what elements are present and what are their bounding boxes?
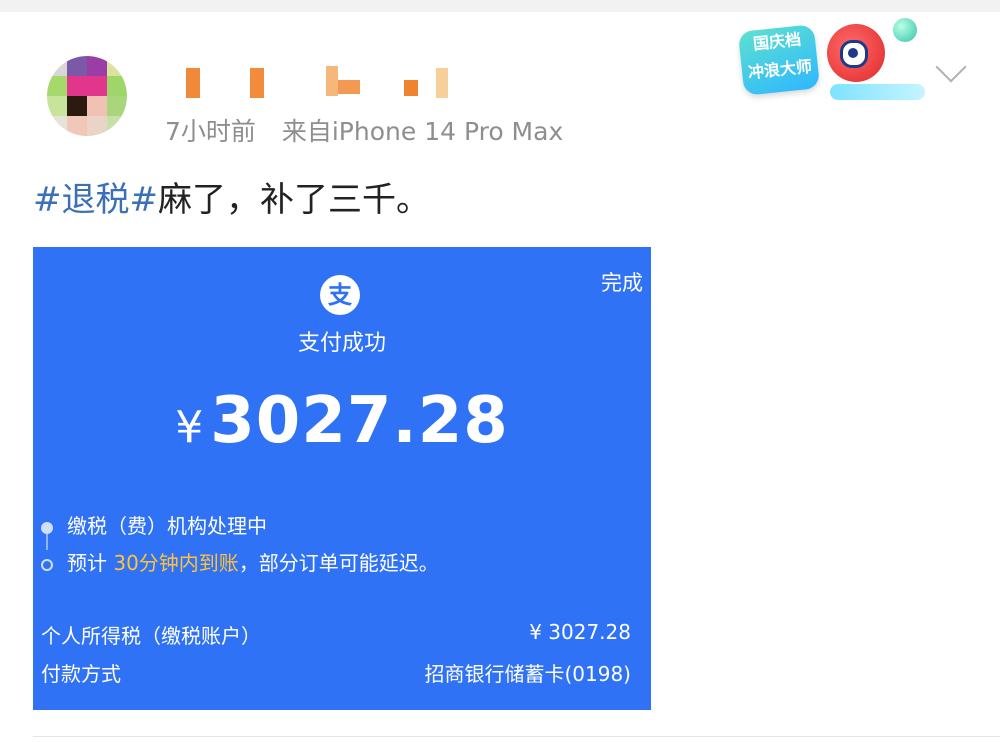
step2-prefix: 预计 <box>67 551 114 575</box>
detail-row-tax: 个人所得税（缴税账户） ¥ 3027.28 <box>41 620 631 649</box>
step-pending-dot-icon <box>41 558 53 571</box>
step-active-dot-icon <box>41 521 53 534</box>
avatar[interactable] <box>47 56 127 136</box>
payment-screenshot[interactable]: 完成 支 支付成功 ¥3027.28 缴税（费）机构处理中 预计 30分钟内到账… <box>33 247 651 710</box>
event-badge[interactable]: 国庆档 冲浪大师 <box>735 18 925 106</box>
post-text: #退税#麻了，补了三千。 <box>33 172 430 221</box>
done-button[interactable]: 完成 <box>601 267 643 297</box>
payment-status: 支付成功 <box>297 331 386 356</box>
bubble-icon <box>893 18 917 42</box>
chevron-down-icon[interactable] <box>935 51 967 83</box>
method-value: 招商银行储蓄卡(0198) <box>424 662 631 686</box>
username-blurred[interactable] <box>180 66 460 102</box>
surfboard-icon <box>830 84 925 100</box>
payment-amount: ¥3027.28 <box>33 384 651 458</box>
post-source: 来自iPhone 14 Pro Max <box>281 117 564 146</box>
detail-row-method: 付款方式 招商银行储蓄卡(0198) <box>41 658 631 687</box>
step2-highlight: 30分钟内到账 <box>113 551 239 575</box>
divider <box>33 736 1000 737</box>
method-label: 付款方式 <box>41 662 121 686</box>
alipay-logo-icon: 支 <box>320 275 360 315</box>
post-body: 麻了，补了三千。 <box>157 180 430 220</box>
step1-text: 缴税（费）机构处理中 <box>67 514 267 538</box>
top-bar <box>0 0 1000 12</box>
currency-symbol: ¥ <box>175 402 205 453</box>
step2-suffix: ，部分订单可能延迟。 <box>238 551 439 575</box>
hashtag-link[interactable]: #退税# <box>33 180 158 220</box>
amount-value: 3027.28 <box>210 384 509 458</box>
badge-label: 国庆档 冲浪大师 <box>737 24 821 96</box>
mascot-pupil-icon <box>848 48 858 58</box>
progress-step-2: 预计 30分钟内到账，部分订单可能延迟。 <box>41 547 439 576</box>
tax-value: ¥ 3027.28 <box>529 620 631 644</box>
progress-step-1: 缴税（费）机构处理中 <box>41 510 267 539</box>
post-meta: 7小时前 来自iPhone 14 Pro Max <box>165 112 563 148</box>
tax-label: 个人所得税（缴税账户） <box>41 624 261 648</box>
post-time: 7小时前 <box>165 117 256 146</box>
